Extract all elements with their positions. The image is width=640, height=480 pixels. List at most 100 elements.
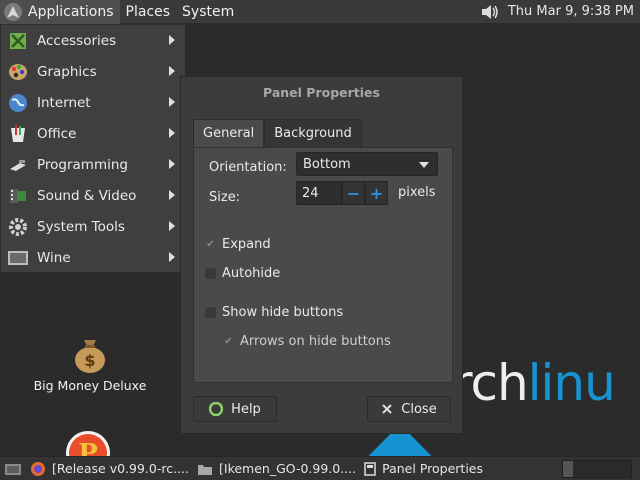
arch-linux-wallpaper-logo: rchlinu xyxy=(452,354,616,412)
size-unit-label: pixels xyxy=(398,185,436,200)
show-desktop-button[interactable] xyxy=(0,457,26,480)
panel-properties-dialog: Panel Properties General Background Orie… xyxy=(180,76,463,434)
game-p-icon: P xyxy=(66,431,110,456)
chevron-right-icon xyxy=(169,190,175,200)
desktop-icon-label: Big Money Deluxe xyxy=(33,378,147,393)
places-menu-label: Places xyxy=(125,3,171,20)
internet-icon xyxy=(7,92,29,114)
dialog-body: General Background Orientation: Bottom S… xyxy=(193,119,453,383)
system-menu[interactable]: System xyxy=(176,0,240,24)
plus-icon: + xyxy=(369,183,384,203)
expand-label: Expand xyxy=(222,237,271,252)
applications-menu[interactable]: Applications xyxy=(0,0,120,24)
menu-item-label: Wine xyxy=(37,249,71,266)
graphics-icon xyxy=(7,61,29,83)
orientation-value: Bottom xyxy=(303,156,351,172)
chevron-right-icon xyxy=(169,97,175,107)
accessories-icon xyxy=(7,30,29,52)
chevron-right-icon xyxy=(169,35,175,45)
menu-item-office[interactable]: Office xyxy=(1,118,185,149)
programming-icon xyxy=(7,154,29,176)
size-input[interactable]: 24 xyxy=(296,181,342,205)
close-icon xyxy=(381,403,393,415)
chevron-right-icon xyxy=(169,66,175,76)
expand-checkbox[interactable]: ✔ Expand xyxy=(205,237,271,252)
help-icon xyxy=(209,402,224,416)
system-tools-icon xyxy=(7,216,29,238)
general-tab-panel: Orientation: Bottom Size: 24 − + pixels … xyxy=(193,147,453,383)
top-panel: Applications Places System Thu Mar 9, 9:… xyxy=(0,0,640,24)
chevron-right-icon xyxy=(169,159,175,169)
help-button-label: Help xyxy=(231,401,261,417)
checkmark-icon: ✔ xyxy=(224,336,233,347)
office-icon xyxy=(7,123,29,145)
taskbar-item-panel-properties[interactable]: Panel Properties xyxy=(360,457,487,480)
menu-item-label: Accessories xyxy=(37,32,117,49)
tab-bar: General Background xyxy=(193,119,453,147)
chevron-right-icon xyxy=(169,221,175,231)
chevron-right-icon xyxy=(169,128,175,138)
show-desktop-icon xyxy=(5,463,21,475)
menu-item-label: Sound & Video xyxy=(37,187,137,204)
tab-general[interactable]: General xyxy=(193,119,265,147)
workspace-switcher[interactable] xyxy=(562,459,632,478)
svg-text:P: P xyxy=(78,439,98,456)
menu-item-label: Office xyxy=(37,125,77,142)
system-menu-label: System xyxy=(182,3,235,20)
close-button[interactable]: Close xyxy=(367,396,451,422)
chevron-down-icon xyxy=(419,162,429,168)
menu-item-programming[interactable]: Programming xyxy=(1,149,185,180)
menu-item-label: System Tools xyxy=(37,218,125,235)
unchecked-box-icon xyxy=(205,307,216,318)
money-bag-icon: $ xyxy=(75,340,105,373)
menu-item-accessories[interactable]: Accessories xyxy=(1,25,185,56)
desktop-icon-big-money-deluxe[interactable]: $ Big Money Deluxe xyxy=(30,334,150,393)
size-increment-button[interactable]: + xyxy=(365,181,388,205)
help-button[interactable]: Help xyxy=(193,396,277,422)
checkmark-icon: ✔ xyxy=(206,239,215,250)
show-hide-buttons-label: Show hide buttons xyxy=(222,305,344,320)
arrows-on-hide-buttons-checkbox[interactable]: ✔ Arrows on hide buttons xyxy=(223,334,391,349)
menu-item-label: Internet xyxy=(37,94,91,111)
applications-menu-label: Applications xyxy=(28,3,114,20)
size-decrement-button[interactable]: − xyxy=(342,181,365,205)
bottom-taskbar: [Release v0.99.0-rc.... [Ikemen_GO-0.99.… xyxy=(0,456,640,480)
menu-item-internet[interactable]: Internet xyxy=(1,87,185,118)
menu-item-label: Graphics xyxy=(37,63,97,80)
desktop-icon-game[interactable]: P xyxy=(64,429,112,456)
autohide-checkbox[interactable]: Autohide xyxy=(205,266,280,281)
taskbar-item-label: [Ikemen_GO-0.99.0.... xyxy=(219,461,357,476)
tab-background[interactable]: Background xyxy=(264,119,362,147)
places-menu[interactable]: Places xyxy=(120,0,177,24)
wine-icon xyxy=(7,247,29,269)
taskbar-item-folder[interactable]: [Ikemen_GO-0.99.0.... xyxy=(193,457,360,480)
active-workspace[interactable] xyxy=(563,460,573,477)
svg-text:$: $ xyxy=(84,351,95,370)
orientation-label: Orientation: xyxy=(209,160,287,175)
chevron-right-icon xyxy=(169,252,175,262)
taskbar-item-firefox[interactable]: [Release v0.99.0-rc.... xyxy=(26,457,193,480)
applications-dropdown: Accessories Graphics Internet Office Pro… xyxy=(0,24,186,273)
arrows-on-hide-buttons-label: Arrows on hide buttons xyxy=(240,334,391,349)
distro-logo-icon xyxy=(4,2,22,21)
autohide-label: Autohide xyxy=(222,266,281,281)
window-icon xyxy=(364,461,376,476)
menu-item-sound-video[interactable]: Sound & Video xyxy=(1,180,185,211)
orientation-select[interactable]: Bottom xyxy=(296,152,438,176)
clock[interactable]: Thu Mar 9, 9:38 PM xyxy=(508,4,634,19)
volume-icon[interactable] xyxy=(480,3,500,21)
folder-icon xyxy=(197,462,213,476)
size-label: Size: xyxy=(209,190,241,205)
dialog-title: Panel Properties xyxy=(263,84,380,100)
menu-item-system-tools[interactable]: System Tools xyxy=(1,211,185,242)
menu-item-label: Programming xyxy=(37,156,128,173)
menu-item-wine[interactable]: Wine xyxy=(1,242,185,273)
firefox-icon xyxy=(30,461,46,477)
unchecked-box-icon xyxy=(205,268,216,279)
show-hide-buttons-checkbox[interactable]: Show hide buttons xyxy=(205,305,343,320)
taskbar-item-label: [Release v0.99.0-rc.... xyxy=(52,461,189,476)
menu-item-graphics[interactable]: Graphics xyxy=(1,56,185,87)
minus-icon: − xyxy=(346,183,361,203)
close-button-label: Close xyxy=(401,401,437,417)
sound-video-icon xyxy=(7,185,29,207)
